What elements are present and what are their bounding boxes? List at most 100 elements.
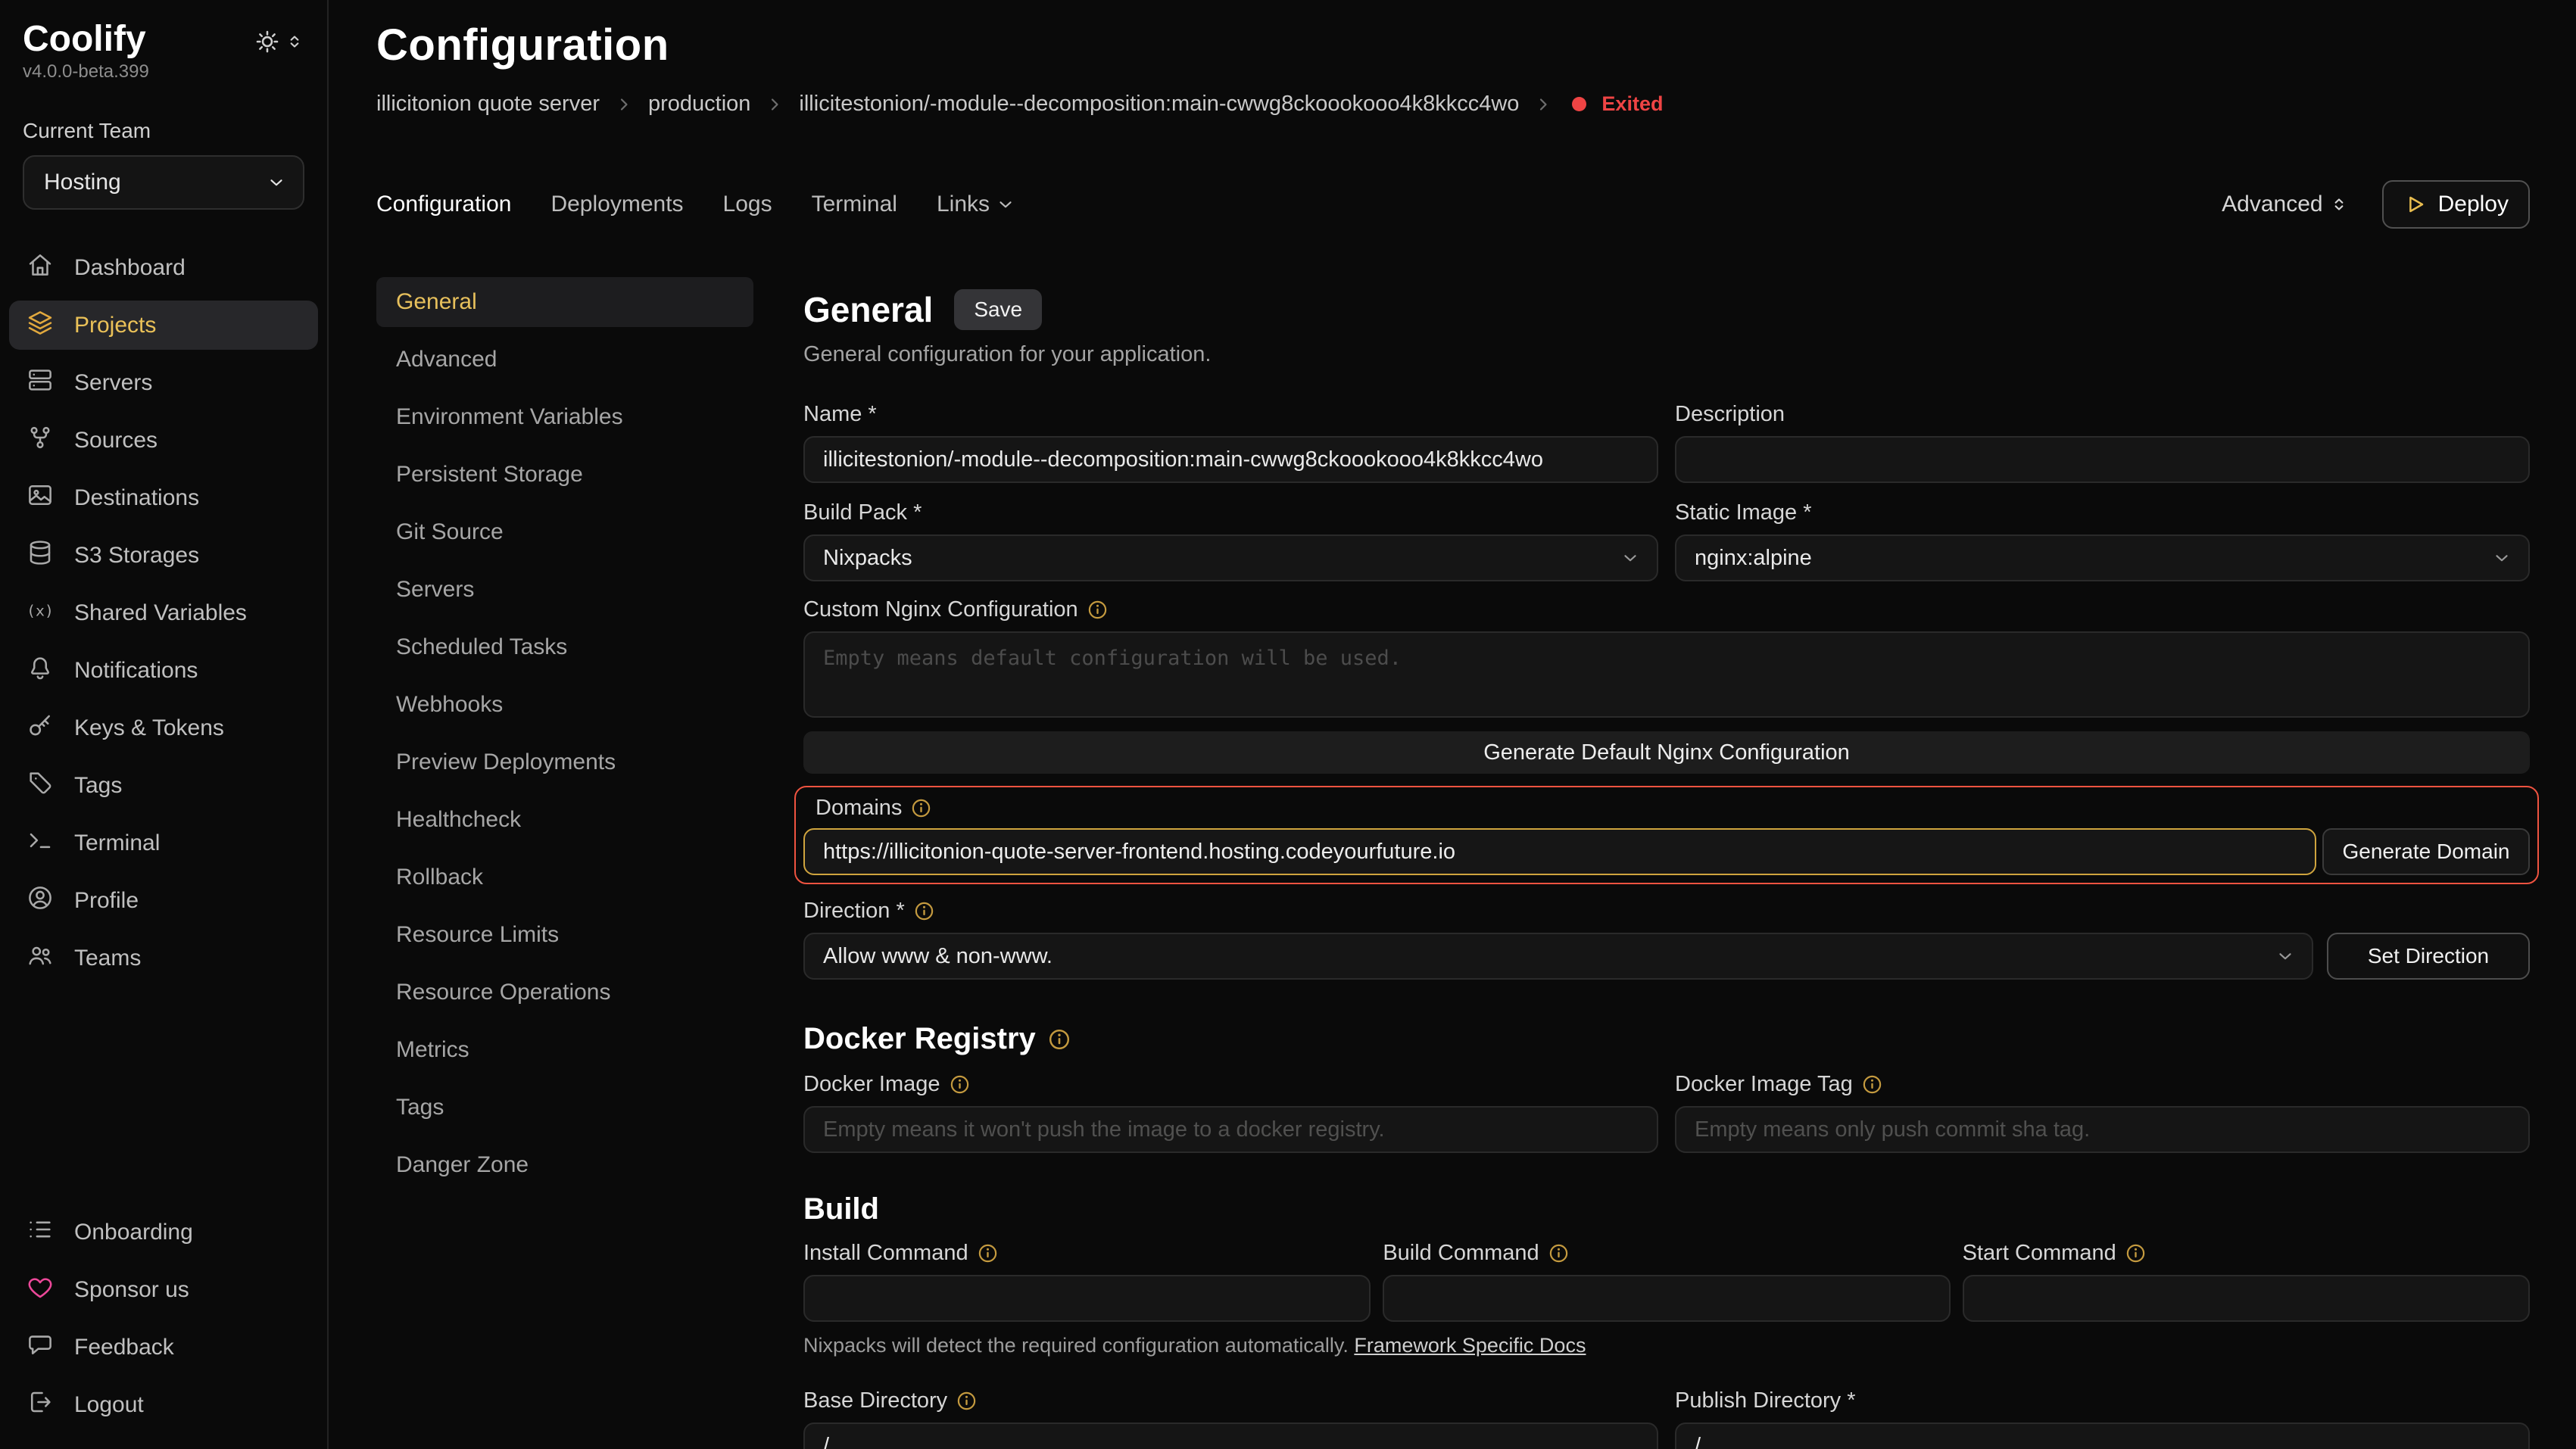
sidebar-item-s3-storages[interactable]: S3 Storages [9, 531, 318, 580]
info-icon[interactable] [956, 1391, 977, 1411]
subnav-item-servers[interactable]: Servers [376, 565, 753, 615]
chevron-right-icon [615, 95, 633, 114]
sidebar-item-servers[interactable]: Servers [9, 358, 318, 407]
info-icon[interactable] [2125, 1243, 2146, 1264]
info-icon[interactable] [1048, 1028, 1071, 1051]
build-section-title: Build [803, 1192, 2530, 1226]
breadcrumb-item-environment[interactable]: production [648, 92, 750, 117]
sidebar-item-profile[interactable]: Profile [9, 876, 318, 925]
name-field: Name * [803, 401, 1658, 483]
app-logo: Coolify [23, 18, 146, 60]
subnav-item-preview-deployments[interactable]: Preview Deployments [376, 737, 753, 787]
custom-nginx-label: Custom Nginx Configuration [803, 597, 1078, 622]
tag-icon [26, 768, 55, 803]
sidebar-item-onboarding[interactable]: Onboarding [9, 1208, 318, 1257]
subnav-item-persistent-storage[interactable]: Persistent Storage [376, 450, 753, 500]
info-icon[interactable] [950, 1074, 970, 1095]
sidebar-item-sources[interactable]: Sources [9, 416, 318, 465]
deploy-button[interactable]: Deploy [2382, 180, 2530, 229]
install-command-field: Install Command [803, 1240, 1371, 1322]
name-input[interactable] [803, 436, 1658, 483]
sidebar-item-sponsor-us[interactable]: Sponsor us [9, 1265, 318, 1314]
info-icon[interactable] [914, 901, 934, 921]
set-direction-button[interactable]: Set Direction [2327, 933, 2530, 980]
tab-logs[interactable]: Logs [723, 192, 772, 217]
chevron-down-icon [2275, 946, 2295, 966]
docker-image-tag-input[interactable] [1675, 1106, 2530, 1153]
start-command-input[interactable] [1963, 1275, 2530, 1322]
sidebar-header: Coolify v4.0.0-beta.399 Current Team Hos… [0, 18, 327, 210]
build-pack-select[interactable]: Nixpacks [803, 534, 1658, 581]
sidebar-item-notifications[interactable]: Notifications [9, 646, 318, 695]
sidebar-item-label: Logout [74, 1392, 144, 1418]
breadcrumb-item-project[interactable]: illicitonion quote server [376, 92, 600, 117]
base-directory-input[interactable] [803, 1423, 1658, 1449]
custom-nginx-textarea[interactable] [803, 631, 2530, 718]
subnav-item-environment-variables[interactable]: Environment Variables [376, 392, 753, 442]
info-icon[interactable] [911, 798, 931, 818]
sidebar-item-tags[interactable]: Tags [9, 761, 318, 810]
sun-icon[interactable] [254, 29, 280, 55]
direction-field: Direction * Allow www & non-www. Set Dir… [803, 898, 2530, 980]
sidebar-item-label: Keys & Tokens [74, 715, 224, 741]
subnav-item-general[interactable]: General [376, 277, 753, 327]
sidebar-item-label: Dashboard [74, 255, 186, 281]
subnav-item-healthcheck[interactable]: Healthcheck [376, 795, 753, 845]
sidebar-item-label: S3 Storages [74, 543, 199, 569]
subnav-item-resource-limits[interactable]: Resource Limits [376, 910, 753, 960]
build-command-input[interactable] [1383, 1275, 1950, 1322]
tab-terminal[interactable]: Terminal [812, 192, 897, 217]
sidebar-item-destinations[interactable]: Destinations [9, 473, 318, 522]
advanced-label: Advanced [2222, 192, 2322, 217]
sidebar-item-projects[interactable]: Projects [9, 301, 318, 350]
info-icon[interactable] [1087, 600, 1108, 620]
advanced-dropdown[interactable]: Advanced [2222, 192, 2348, 217]
subnav-item-danger-zone[interactable]: Danger Zone [376, 1140, 753, 1190]
subnav-item-resource-operations[interactable]: Resource Operations [376, 968, 753, 1017]
direction-select[interactable]: Allow www & non-www. [803, 933, 2313, 980]
build-note-text: Nixpacks will detect the required config… [803, 1334, 1349, 1357]
sidebar-item-label: Tags [74, 773, 122, 799]
sidebar-item-logout[interactable]: Logout [9, 1380, 318, 1429]
sidebar-item-terminal[interactable]: Terminal [9, 818, 318, 868]
subnav-item-rollback[interactable]: Rollback [376, 852, 753, 902]
subnav-item-advanced[interactable]: Advanced [376, 335, 753, 385]
chevron-down-icon [267, 173, 286, 192]
domains-input[interactable] [803, 828, 2316, 875]
breadcrumb-item-application[interactable]: illicitestonion/-module--decomposition:m… [799, 92, 1519, 117]
sidebar-item-shared-variables[interactable]: (x) Shared Variables [9, 588, 318, 637]
selector-icon[interactable] [285, 32, 304, 51]
tab-deployments[interactable]: Deployments [550, 192, 683, 217]
theme-switcher[interactable] [254, 29, 304, 55]
base-directory-field: Base Directory [803, 1388, 1658, 1449]
info-icon[interactable] [978, 1243, 998, 1264]
subnav-item-scheduled-tasks[interactable]: Scheduled Tasks [376, 622, 753, 672]
publish-directory-input[interactable] [1675, 1423, 2530, 1449]
publish-directory-label: Publish Directory * [1675, 1388, 1856, 1413]
team-select[interactable]: Hosting [23, 155, 304, 210]
subnav-item-webhooks[interactable]: Webhooks [376, 680, 753, 730]
install-command-input[interactable] [803, 1275, 1371, 1322]
sidebar-item-feedback[interactable]: Feedback [9, 1323, 318, 1372]
tab-links[interactable]: Links [937, 192, 1015, 217]
sidebar-item-keys-tokens[interactable]: Keys & Tokens [9, 703, 318, 753]
info-icon[interactable] [1548, 1243, 1569, 1264]
save-button[interactable]: Save [954, 289, 1042, 330]
framework-docs-link[interactable]: Framework Specific Docs [1354, 1334, 1586, 1357]
subnav-item-tags[interactable]: Tags [376, 1083, 753, 1133]
current-team-label: Current Team [23, 119, 304, 143]
docker-image-input[interactable] [803, 1106, 1658, 1153]
sidebar-item-teams[interactable]: Teams [9, 933, 318, 983]
sidebar-item-dashboard[interactable]: Dashboard [9, 243, 318, 292]
docker-image-tag-field: Docker Image Tag [1675, 1071, 2530, 1153]
tab-configuration[interactable]: Configuration [376, 192, 511, 217]
description-input[interactable] [1675, 436, 2530, 483]
generate-nginx-config-button[interactable]: Generate Default Nginx Configuration [803, 731, 2530, 774]
sidebar-item-label: Projects [74, 313, 156, 338]
info-icon[interactable] [1862, 1074, 1882, 1095]
static-image-select[interactable]: nginx:alpine [1675, 534, 2530, 581]
subnav-item-metrics[interactable]: Metrics [376, 1025, 753, 1075]
feedback-icon [26, 1330, 55, 1365]
generate-domain-button[interactable]: Generate Domain [2322, 828, 2530, 875]
subnav-item-git-source[interactable]: Git Source [376, 507, 753, 557]
